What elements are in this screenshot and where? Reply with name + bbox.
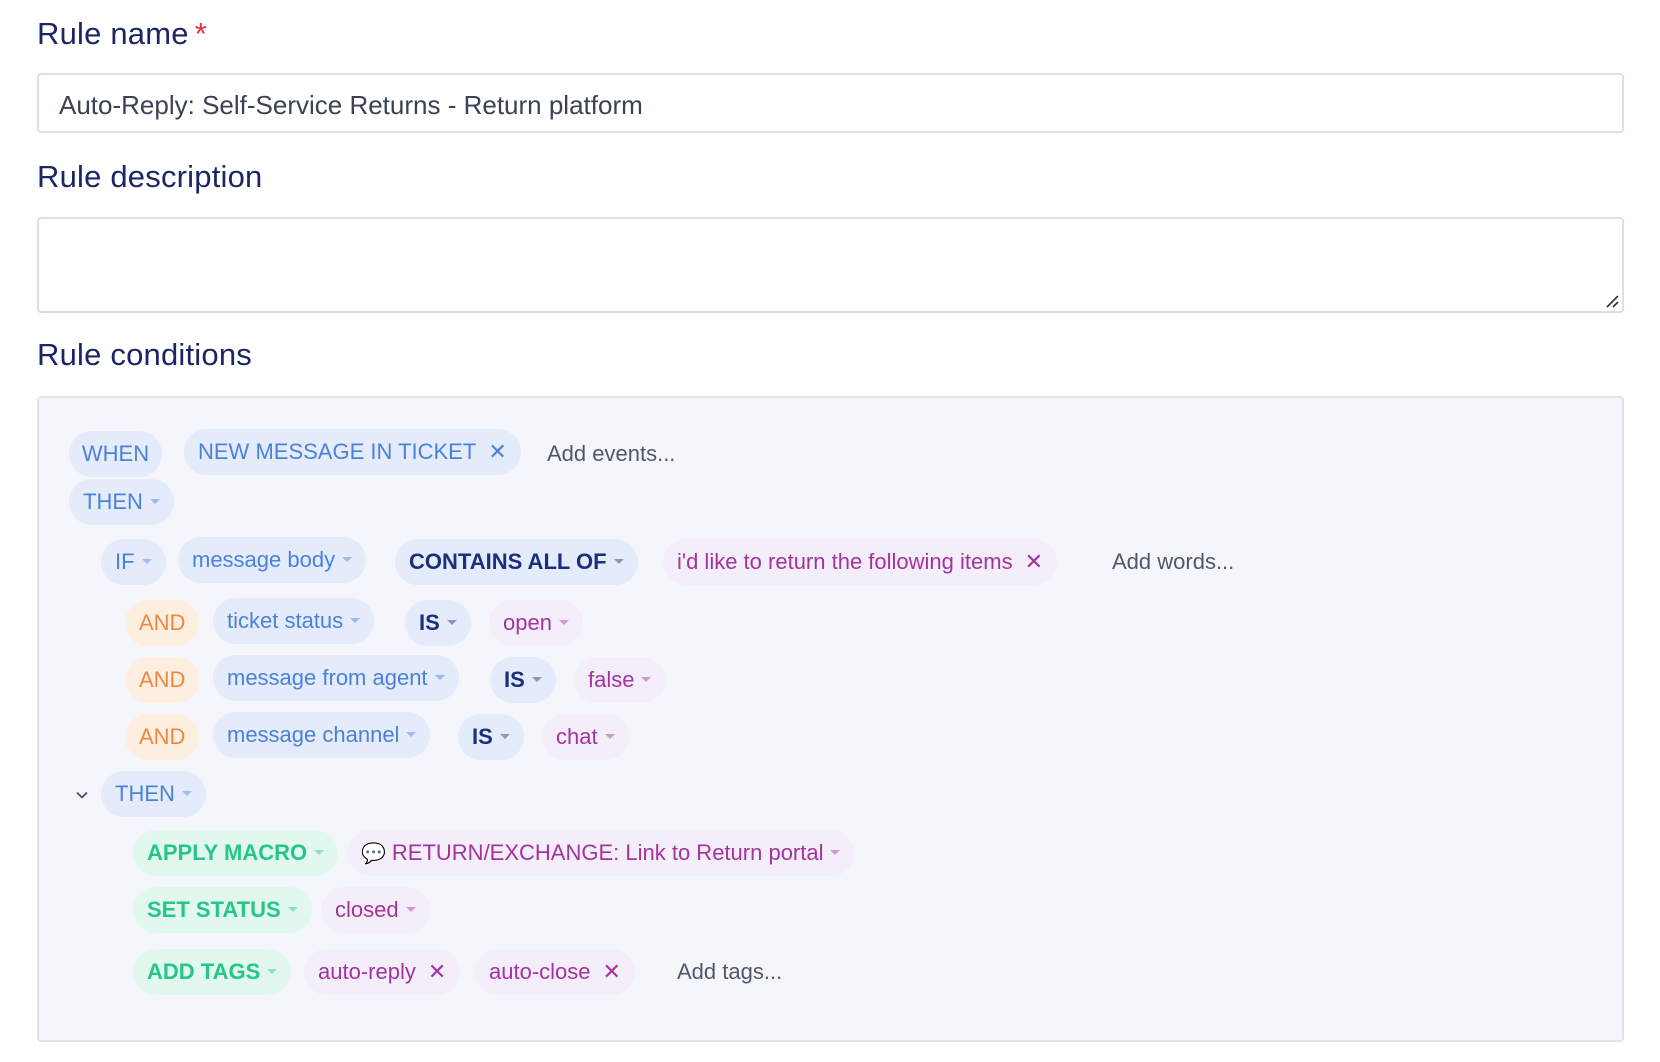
condition-value-dropdown[interactable]: false [574,657,666,703]
condition-value-dropdown[interactable]: chat [542,714,629,760]
tag-chip[interactable]: auto-close ✕ [475,949,635,995]
if-field-dropdown[interactable]: message body [178,537,367,583]
condition-field-label: message channel [227,722,400,747]
caret-down-icon [267,968,278,974]
speech-bubble-icon: 💬 [361,843,386,865]
if-field-label: message body [192,547,336,572]
if-operator-label: CONTAINS ALL OF [409,549,607,574]
condition-field-dropdown[interactable]: ticket status [213,598,375,644]
then-dropdown-actions[interactable]: THEN [101,771,206,817]
add-events-input[interactable]: Add events... [547,431,675,477]
when-chip: WHEN [69,431,162,477]
apply-macro-label: APPLY MACRO [147,840,308,865]
condition-field-label: message from agent [227,665,428,690]
condition-operator-dropdown[interactable]: IS [405,600,471,646]
if-label: IF [115,549,135,574]
if-operator-dropdown[interactable]: CONTAINS ALL OF [395,539,638,585]
caret-down-icon [531,676,542,682]
condition-field-label: ticket status [227,608,344,633]
close-icon[interactable]: ✕ [1025,539,1043,585]
rule-conditions-label: Rule conditions [37,337,252,372]
rule-description-label: Rule description [37,159,263,194]
macro-value-label: RETURN/EXCHANGE: Link to Return portal [391,840,824,865]
add-tags-input[interactable]: Add tags... [677,949,782,995]
rule-name-input[interactable]: Auto-Reply: Self-Service Returns - Retur… [37,73,1624,133]
resize-handle-icon[interactable] [1603,292,1619,308]
set-status-label: SET STATUS [147,897,281,922]
condition-value-label: false [588,667,635,692]
then-actions-label: THEN [115,781,175,806]
condition-value-label: chat [556,724,598,749]
caret-down-icon [405,906,416,912]
caret-down-icon [287,906,298,912]
add-words-input[interactable]: Add words... [1112,539,1234,585]
and-chip: AND [125,714,200,760]
caret-down-icon [181,790,192,796]
chevron-down-icon[interactable] [76,789,88,801]
caret-down-icon [350,617,361,623]
event-label: NEW MESSAGE IN TICKET [198,439,477,464]
then-dropdown[interactable]: THEN [69,479,174,525]
caret-down-icon [499,733,510,739]
macro-value-dropdown[interactable]: 💬 RETURN/EXCHANGE: Link to Return portal [347,830,855,876]
condition-operator-label: IS [504,667,525,692]
and-chip: AND [125,600,200,646]
condition-operator-label: IS [472,724,493,749]
required-marker: * [194,16,207,51]
caret-down-icon [830,849,841,855]
condition-operator-dropdown[interactable]: IS [458,714,524,760]
status-value-label: closed [335,897,399,922]
caret-down-icon [342,556,353,562]
condition-operator-label: IS [419,610,440,635]
caret-down-icon [641,676,652,682]
apply-macro-dropdown[interactable]: APPLY MACRO [133,830,339,876]
caret-down-icon [558,619,569,625]
caret-down-icon [613,558,624,564]
rule-name-label: Rule name * [37,16,207,51]
tag-chip[interactable]: auto-reply ✕ [304,949,461,995]
condition-operator-dropdown[interactable]: IS [490,657,556,703]
caret-down-icon [446,619,457,625]
caret-down-icon [604,733,615,739]
rule-description-textarea[interactable] [37,217,1624,313]
close-icon[interactable]: ✕ [488,429,506,475]
caret-down-icon [406,731,417,737]
condition-value-dropdown[interactable]: open [489,600,583,646]
status-value-dropdown[interactable]: closed [321,887,430,933]
caret-down-icon [434,674,445,680]
condition-value-label: open [503,610,552,635]
tag-label: auto-close [489,959,591,984]
tag-label: auto-reply [318,959,416,984]
condition-field-dropdown[interactable]: message from agent [213,655,459,701]
set-status-dropdown[interactable]: SET STATUS [133,887,312,933]
if-value-label: i'd like to return the following items [677,549,1013,574]
and-chip: AND [125,657,200,703]
caret-down-icon [149,498,160,504]
close-icon[interactable]: ✕ [428,949,446,995]
if-dropdown[interactable]: IF [101,539,166,585]
close-icon[interactable]: ✕ [603,949,621,995]
condition-field-dropdown[interactable]: message channel [213,712,431,758]
caret-down-icon [314,849,325,855]
event-chip[interactable]: NEW MESSAGE IN TICKET ✕ [184,429,521,475]
rule-conditions-panel: WHEN NEW MESSAGE IN TICKET ✕ Add events..… [37,396,1624,1042]
add-tags-dropdown[interactable]: ADD TAGS [133,949,292,995]
if-value-chip[interactable]: i'd like to return the following items ✕ [663,539,1058,585]
then-label: THEN [83,489,143,514]
caret-down-icon [141,558,152,564]
add-tags-label: ADD TAGS [147,959,261,984]
